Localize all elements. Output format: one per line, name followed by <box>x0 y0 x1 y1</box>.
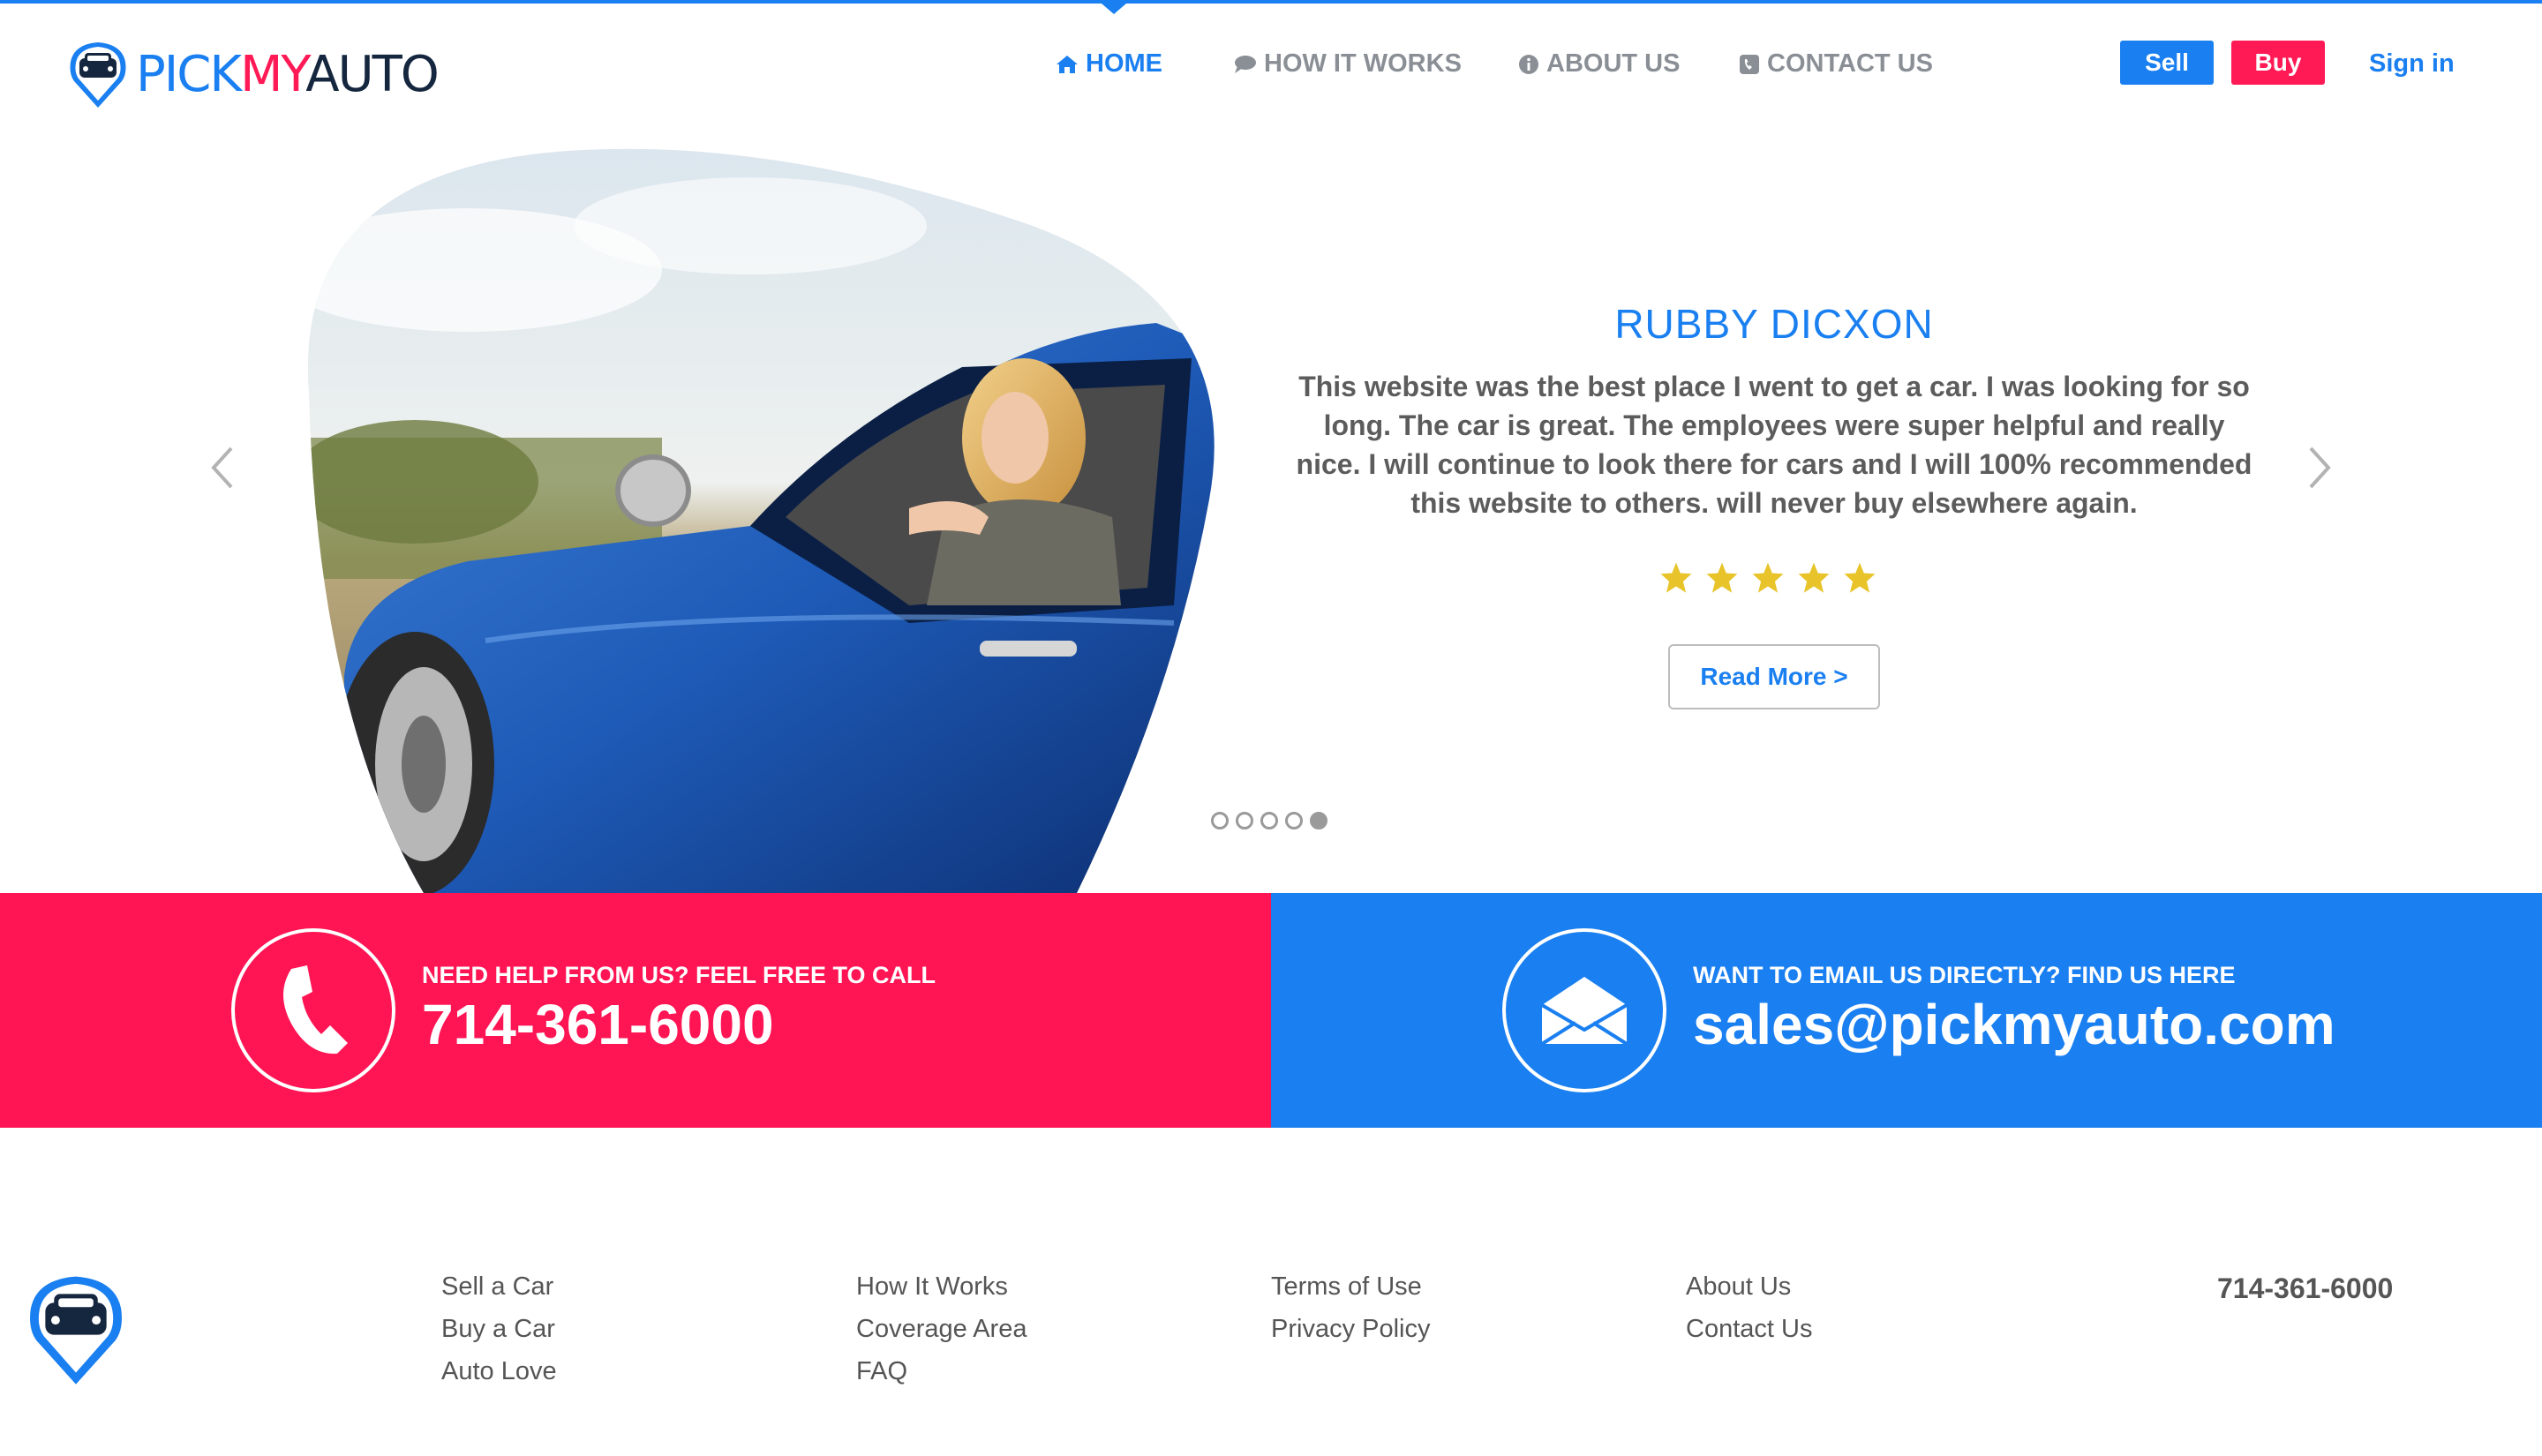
footer-link-about-us[interactable]: About Us <box>1686 1271 1812 1302</box>
info-icon <box>1519 54 1538 74</box>
email-band: WANT TO EMAIL US DIRECTLY? FIND US HERE … <box>1271 893 2542 1128</box>
call-band: NEED HELP FROM US? FEEL FREE TO CALL 714… <box>0 893 1271 1128</box>
carousel-dot[interactable] <box>1285 812 1303 829</box>
carousel-prev-icon[interactable] <box>205 441 240 494</box>
read-more-button[interactable]: Read More > <box>1668 644 1880 709</box>
star-icon <box>1798 562 1830 593</box>
testimonial-photo <box>307 148 1215 893</box>
logo-car-pin-icon <box>70 42 126 108</box>
star-icon <box>1752 562 1784 593</box>
footer-link-privacy-policy[interactable]: Privacy Policy <box>1271 1313 1431 1345</box>
testimonial-quote: This website was the best place I went t… <box>1296 371 2252 519</box>
footer-col-2: How It Works Coverage Area FAQ <box>856 1271 1027 1387</box>
star-icon <box>1844 562 1876 593</box>
footer-link-auto-love[interactable]: Auto Love <box>441 1355 557 1387</box>
email-address[interactable]: sales@pickmyauto.com <box>1693 992 2335 1057</box>
nav-how-it-works-label: HOW IT WORKS <box>1264 49 1462 78</box>
rating-stars <box>1659 561 1876 595</box>
nav-about-us-label: ABOUT US <box>1546 49 1681 78</box>
nav-how-it-works[interactable]: HOW IT WORKS <box>1232 49 1462 79</box>
carousel-dot[interactable] <box>1260 812 1278 829</box>
logo-wordmark: PICKMYAUTO <box>136 45 440 103</box>
footer-link-buy-a-car[interactable]: Buy a Car <box>441 1313 557 1345</box>
phone-square-icon <box>1740 54 1759 74</box>
footer-col-1: Sell a Car Buy a Car Auto Love <box>441 1271 557 1387</box>
phone-icon <box>283 965 348 1054</box>
footer-link-sell-a-car[interactable]: Sell a Car <box>441 1271 557 1302</box>
active-nav-caret <box>1102 4 1126 14</box>
footer-link-how-it-works[interactable]: How It Works <box>856 1271 1027 1302</box>
carousel-dot[interactable] <box>1236 812 1253 829</box>
carousel-next-icon[interactable] <box>2302 441 2337 494</box>
call-label: NEED HELP FROM US? FEEL FREE TO CALL <box>422 962 936 988</box>
footer-link-terms-of-use[interactable]: Terms of Use <box>1271 1271 1431 1302</box>
logo[interactable]: PICKMYAUTO <box>67 39 440 109</box>
sell-button[interactable]: Sell <box>2120 41 2214 85</box>
home-icon <box>1057 55 1078 73</box>
star-icon <box>1706 562 1738 593</box>
testimonial-name: RUBBY DICXON <box>1614 301 1934 347</box>
carousel-dot[interactable] <box>1211 812 1229 829</box>
nav-contact-us-label: CONTACT US <box>1767 49 1933 78</box>
footer-col-3: Terms of Use Privacy Policy <box>1271 1271 1431 1345</box>
footer-link-coverage-area[interactable]: Coverage Area <box>856 1313 1027 1345</box>
call-phone-number[interactable]: 714-361-6000 <box>422 992 774 1057</box>
nav-about-us[interactable]: ABOUT US <box>1518 49 1680 79</box>
sign-in-link[interactable]: Sign in <box>2369 49 2455 79</box>
star-icon <box>1660 562 1692 593</box>
footer-col-4: About Us Contact Us <box>1686 1271 1812 1345</box>
phone-circle <box>231 928 395 1092</box>
carousel-dot[interactable] <box>1310 812 1327 829</box>
nav-home-label: HOME <box>1086 49 1162 78</box>
envelope-icon <box>1540 977 1628 1046</box>
nav-home[interactable]: HOME <box>1056 49 1162 79</box>
email-label: WANT TO EMAIL US DIRECTLY? FIND US HERE <box>1693 962 2236 988</box>
nav-contact-us[interactable]: CONTACT US <box>1739 49 1933 79</box>
chat-icon <box>1235 55 1256 73</box>
carousel-indicators <box>1211 812 1327 829</box>
email-circle <box>1502 928 1666 1092</box>
buy-button[interactable]: Buy <box>2231 41 2325 85</box>
top-accent-line <box>0 0 2542 4</box>
footer-logo-icon[interactable] <box>25 1271 127 1387</box>
footer-phone-number[interactable]: 714-361-6000 <box>2217 1272 2393 1305</box>
footer-link-faq[interactable]: FAQ <box>856 1355 1027 1387</box>
footer-link-contact-us[interactable]: Contact Us <box>1686 1313 1812 1345</box>
